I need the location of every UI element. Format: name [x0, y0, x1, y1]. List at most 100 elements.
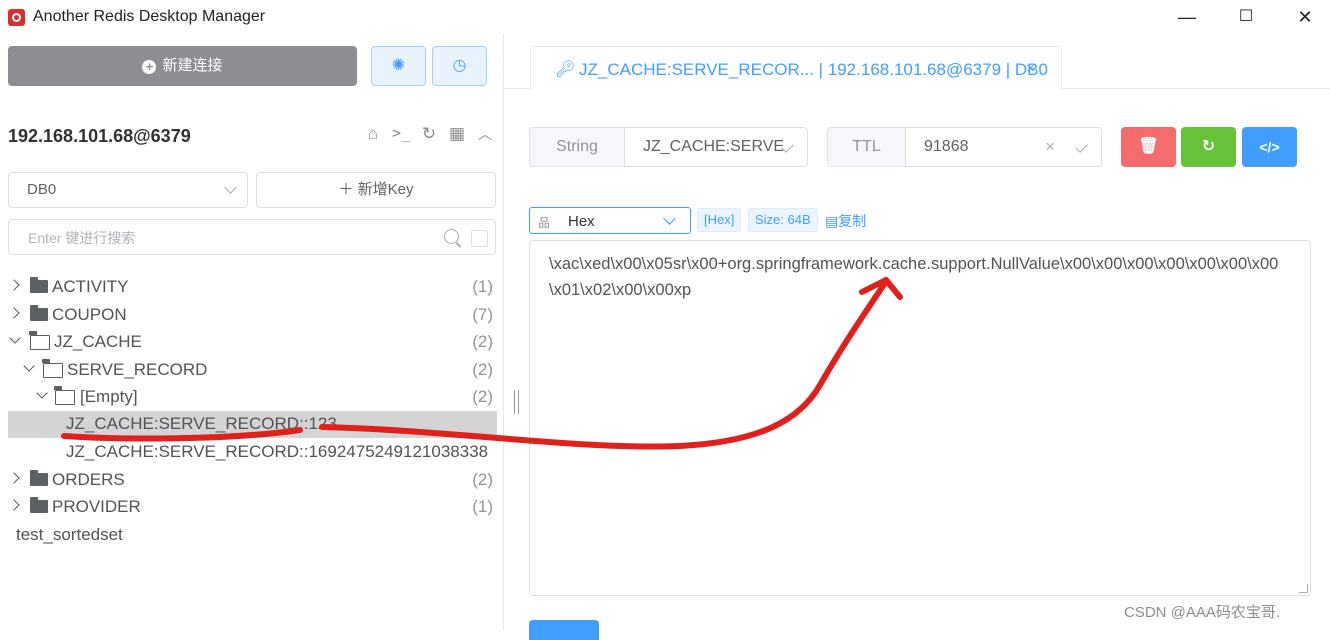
- tree-folder-jz-cache[interactable]: JZ_CACHE (2): [8, 329, 497, 356]
- tree-item-label: ORDERS: [52, 470, 125, 489]
- check-icon[interactable]: [1075, 140, 1088, 153]
- new-connection-label: 新建连接: [162, 57, 223, 74]
- connection-toolbar: ⌂ >_ ↻ ▦ ︿: [364, 124, 494, 144]
- tree-folder-orders[interactable]: ORDERS (2): [8, 467, 497, 494]
- search-input[interactable]: [10, 221, 450, 255]
- save-button[interactable]: [529, 620, 599, 640]
- refresh-icon: ↻: [1201, 138, 1216, 155]
- settings-button[interactable]: ✺: [371, 46, 426, 86]
- trash-icon: 🗑︎: [1138, 138, 1159, 155]
- tree-folder-serve-record[interactable]: SERVE_RECORD (2): [8, 357, 497, 384]
- sitemap-icon: 品: [538, 216, 551, 230]
- copy-button[interactable]: ▤复制: [825, 211, 866, 231]
- folder-open-icon: [54, 386, 75, 405]
- document-icon: ▤: [825, 213, 839, 229]
- tree-item-count: (7): [472, 305, 493, 324]
- tree-folder-activity[interactable]: ACTIVITY (1): [8, 274, 497, 301]
- tree-item-label: JZ_CACHE:SERVE_RECORD::16924752491210383…: [66, 442, 489, 461]
- folder-open-icon: [42, 359, 63, 378]
- key-name-group: String JZ_CACHE:SERVE_: [529, 127, 808, 167]
- ttl-input[interactable]: 91868: [924, 128, 1034, 166]
- chevron-down-icon: [224, 181, 237, 194]
- maximize-button[interactable]: ☐: [1231, 4, 1261, 30]
- window-title: Another Redis Desktop Manager: [33, 8, 266, 25]
- tree-item-count: (2): [472, 332, 493, 351]
- chevron-down-icon: [663, 212, 676, 225]
- home-icon[interactable]: ⌂: [364, 124, 382, 144]
- grid-icon[interactable]: ▦: [448, 124, 466, 144]
- minimize-button[interactable]: —: [1172, 4, 1202, 30]
- tree-item-count: (1): [472, 497, 493, 516]
- format-select[interactable]: 品 Hex: [529, 207, 691, 234]
- history-button[interactable]: ◷: [432, 46, 487, 86]
- key-name-input[interactable]: JZ_CACHE:SERVE_: [643, 128, 783, 166]
- value-textarea[interactable]: \xac\xed\x00\x05sr\x00+org.springframewo…: [529, 240, 1311, 596]
- value-text: \xac\xed\x00\x05sr\x00+org.springframewo…: [549, 255, 1279, 299]
- plus-circle-icon: +: [142, 60, 157, 74]
- chevron-right-icon: [8, 499, 20, 511]
- tree-item-label: [Empty]: [80, 387, 138, 406]
- tab-label: JZ_CACHE:SERVE_RECOR... | 192.168.101.68…: [579, 60, 1048, 79]
- db-select[interactable]: DB0: [8, 172, 248, 208]
- chevron-right-icon: [8, 279, 20, 291]
- search-icon[interactable]: [444, 229, 459, 244]
- tree-key[interactable]: JZ_CACHE:SERVE_RECORD::16924752491210383…: [8, 439, 497, 466]
- size-tag: Size: 64B: [748, 208, 818, 232]
- format-select-value: Hex: [568, 213, 595, 230]
- tree-item-label: test_sortedset: [16, 525, 123, 544]
- chevron-down-icon: [36, 387, 48, 399]
- gear-icon: ✺: [391, 57, 406, 74]
- tree-item-count: (2): [472, 470, 493, 489]
- tree-item-label: JZ_CACHE: [54, 332, 142, 351]
- key-type-label: String: [530, 128, 625, 166]
- key-icon: 🔑︎: [555, 61, 576, 78]
- chevron-down-icon: [9, 332, 21, 344]
- tree-item-label: PROVIDER: [52, 497, 141, 516]
- chevron-up-icon[interactable]: ︿: [476, 124, 494, 144]
- dump-button[interactable]: </>: [1242, 127, 1297, 167]
- tree-folder-coupon[interactable]: COUPON (7): [8, 302, 497, 329]
- tree-folder-empty[interactable]: [Empty] (2): [8, 384, 497, 411]
- add-key-button[interactable]: ＋ 新增Key: [256, 172, 496, 208]
- ttl-group: TTL 91868 ×: [827, 127, 1102, 167]
- folder-icon: [30, 305, 48, 321]
- terminal-icon[interactable]: >_: [392, 124, 410, 144]
- refresh-icon[interactable]: ↻: [420, 124, 438, 144]
- copy-label: 复制: [838, 213, 867, 229]
- ttl-label: TTL: [828, 128, 906, 166]
- tree-item-label: COUPON: [52, 305, 127, 324]
- tab-close-icon[interactable]: ×: [1026, 60, 1035, 77]
- chevron-right-icon: [8, 472, 20, 484]
- tree-key-selected[interactable]: JZ_CACHE:SERVE_RECORD::123: [8, 411, 497, 438]
- resize-grip-icon[interactable]: [1299, 584, 1308, 593]
- tab-key-detail[interactable]: 🔑︎ JZ_CACHE:SERVE_RECOR... | 192.168.101…: [530, 46, 1062, 89]
- close-window-button[interactable]: ✕: [1290, 4, 1320, 30]
- tree-item-label: JZ_CACHE:SERVE_RECORD::123: [66, 414, 337, 433]
- tree-item-count: (2): [472, 387, 493, 406]
- code-icon: </>: [1259, 139, 1280, 155]
- delete-button[interactable]: 🗑︎: [1121, 127, 1176, 167]
- folder-open-icon: [29, 331, 50, 350]
- tree-item-count: (1): [472, 277, 493, 296]
- clear-icon[interactable]: ×: [1045, 137, 1055, 157]
- connection-title[interactable]: 192.168.101.68@6379: [8, 126, 191, 147]
- chevron-down-icon: [23, 360, 35, 372]
- tree-item-count: (2): [472, 360, 493, 379]
- tree-key[interactable]: test_sortedset: [8, 522, 497, 549]
- check-icon[interactable]: [781, 140, 794, 153]
- folder-icon: [30, 497, 48, 513]
- key-search: [8, 219, 496, 255]
- db-select-value: DB0: [27, 181, 57, 198]
- tree-item-label: SERVE_RECORD: [67, 360, 208, 379]
- app-logo-icon: [8, 9, 25, 26]
- tree-folder-provider[interactable]: PROVIDER (1): [8, 494, 497, 521]
- folder-icon: [30, 277, 48, 293]
- folder-icon: [30, 470, 48, 486]
- resize-handle[interactable]: [514, 390, 519, 414]
- exact-search-checkbox[interactable]: [471, 230, 488, 247]
- clock-icon: ◷: [452, 57, 467, 74]
- tree-item-label: ACTIVITY: [52, 277, 129, 296]
- refresh-button[interactable]: ↻: [1181, 127, 1236, 167]
- new-connection-button[interactable]: + 新建连接: [8, 46, 357, 86]
- format-tag: [Hex]: [697, 208, 742, 232]
